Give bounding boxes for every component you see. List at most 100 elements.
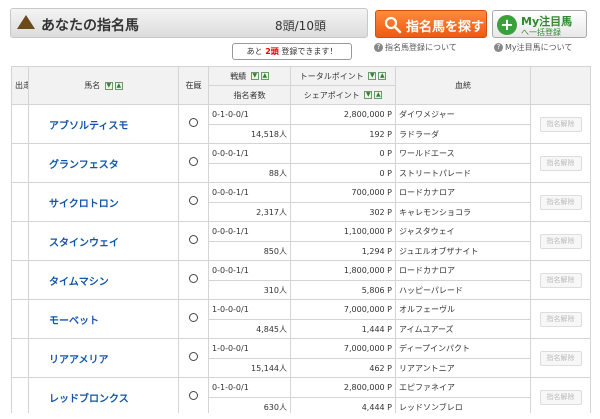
dam-cell: キャレモンショコラ <box>395 202 531 222</box>
col-action <box>530 66 591 105</box>
share-points-cell: 192 P <box>290 124 396 144</box>
run-cell <box>11 338 29 378</box>
col-record: 戦績 ▼ ▲ <box>208 66 291 86</box>
col-share-points: シェアポイント ▼ ▲ <box>290 85 396 105</box>
record-cell: 0-1-0-0/1 <box>208 377 291 398</box>
run-cell <box>11 104 29 144</box>
table-row: タイムマシン 0-0-0-1/1 1,800,000 P ロードカナロア 指名解除 <box>11 260 591 300</box>
total-points-cell: 0 P <box>290 143 396 164</box>
search-icon <box>384 16 402 34</box>
unnominate-button[interactable]: 指名解除 <box>539 272 582 288</box>
circle-icon <box>189 352 198 361</box>
sire-cell: ディープインパクト <box>395 338 531 359</box>
unnominate-button[interactable]: 指名解除 <box>539 116 582 132</box>
nominators-cell: 15,144人 <box>208 358 291 378</box>
nominators-cell: 14,518人 <box>208 124 291 144</box>
run-cell <box>11 260 29 300</box>
horse-name-link[interactable]: アブソルティスモ <box>28 104 179 144</box>
table-row: スタインウェイ 0-0-0-1/1 1,100,000 P ジャスタウェイ 指名解除 <box>11 221 591 261</box>
run-cell <box>11 143 29 183</box>
action-cell: 指名解除 <box>530 299 591 339</box>
my-help-text: My注目馬について <box>505 43 573 52</box>
search-horse-button[interactable]: 指名馬を探す <box>375 10 487 38</box>
sort-down-icon[interactable]: ▼ <box>364 91 373 99</box>
dam-cell: リアアントニア <box>395 358 531 378</box>
record-cell: 1-0-0-0/1 <box>208 338 291 359</box>
notice-suffix: 登録できます！ <box>281 47 338 56</box>
run-cell <box>11 299 29 339</box>
sire-cell: ダイワメジャー <box>395 104 531 125</box>
table-row: モーベット 1-0-0-0/1 7,000,000 P オルフェーヴル 指名解除 <box>11 299 591 339</box>
sort-up-icon[interactable]: ▲ <box>260 72 269 80</box>
share-points-cell: 5,806 P <box>290 280 396 300</box>
unnominate-button[interactable]: 指名解除 <box>539 194 582 210</box>
horse-name-link[interactable]: サイクロトロン <box>28 182 179 222</box>
run-cell <box>11 221 29 261</box>
stable-cell <box>178 260 209 300</box>
sort-up-icon[interactable]: ▲ <box>114 81 123 90</box>
unnominate-button[interactable]: 指名解除 <box>539 350 582 366</box>
my-watchlist-button[interactable]: + My注目馬 へ一括登録 <box>492 10 587 38</box>
horse-icon <box>17 15 35 29</box>
circle-icon <box>189 313 198 322</box>
share-points-cell: 302 P <box>290 202 396 222</box>
share-points-cell: 1,444 P <box>290 319 396 339</box>
dam-cell: ラドラーダ <box>395 124 531 144</box>
horse-name-link[interactable]: リアアメリア <box>28 338 179 378</box>
total-points-cell: 2,800,000 P <box>290 377 396 398</box>
action-cell: 指名解除 <box>530 260 591 300</box>
question-icon: ? <box>374 43 383 52</box>
total-points-cell: 1,800,000 P <box>290 260 396 281</box>
circle-icon <box>189 196 198 205</box>
horse-name-link[interactable]: グランフェスタ <box>28 143 179 183</box>
col-pedigree: 血統 <box>395 66 531 105</box>
nominators-cell: 2,317人 <box>208 202 291 222</box>
action-cell: 指名解除 <box>530 338 591 378</box>
total-points-cell: 7,000,000 P <box>290 338 396 359</box>
stable-cell <box>178 143 209 183</box>
plus-icon: + <box>497 15 517 35</box>
my-help-link[interactable]: ? My注目馬について <box>494 42 572 53</box>
search-horse-label: 指名馬を探す <box>406 20 485 35</box>
run-cell <box>11 377 29 417</box>
sort-up-icon[interactable]: ▲ <box>378 72 387 80</box>
unnominate-button[interactable]: 指名解除 <box>539 389 582 405</box>
stable-cell <box>178 377 209 417</box>
horse-name-link[interactable]: レッドブロンクス <box>28 377 179 417</box>
circle-icon <box>189 235 198 244</box>
nominators-cell: 850人 <box>208 241 291 261</box>
stable-cell <box>178 104 209 144</box>
page-header: あなたの指名馬 8頭/10頭 <box>10 8 368 38</box>
col-run: 出走 <box>11 66 29 105</box>
col-nominators: 指名者数 <box>208 85 291 105</box>
dam-cell: ジュエルオブザナイト <box>395 241 531 261</box>
circle-icon <box>189 274 198 283</box>
sire-cell: ワールドエース <box>395 143 531 164</box>
nominators-cell: 4,845人 <box>208 319 291 339</box>
sort-down-icon[interactable]: ▼ <box>368 72 377 80</box>
horse-name-link[interactable]: タイムマシン <box>28 260 179 300</box>
share-points-cell: 0 P <box>290 163 396 183</box>
action-cell: 指名解除 <box>530 182 591 222</box>
search-help-text: 指名馬登録について <box>385 43 457 52</box>
horse-count: 8頭/10頭 <box>275 19 326 33</box>
sort-down-icon[interactable]: ▼ <box>250 72 259 80</box>
sire-cell: ロードカナロア <box>395 182 531 203</box>
nominated-horses-table: 出走 馬名 ▼▲ 在厩 戦績 ▼▲ トータルポイント ▼▲ 血統 指名者数 シェ… <box>11 66 591 417</box>
sort-up-icon[interactable]: ▲ <box>374 91 383 99</box>
sire-cell: オルフェーヴル <box>395 299 531 320</box>
unnominate-button[interactable]: 指名解除 <box>539 155 582 171</box>
nominators-cell: 88人 <box>208 163 291 183</box>
unnominate-button[interactable]: 指名解除 <box>539 311 582 327</box>
question-icon: ? <box>494 43 503 52</box>
record-cell: 0-0-0-1/1 <box>208 143 291 164</box>
col-stable: 在厩 <box>178 66 209 105</box>
unnominate-button[interactable]: 指名解除 <box>539 233 582 249</box>
share-points-cell: 462 P <box>290 358 396 378</box>
horse-name-link[interactable]: モーベット <box>28 299 179 339</box>
search-help-link[interactable]: ? 指名馬登録について <box>374 42 457 53</box>
sort-down-icon[interactable]: ▼ <box>104 81 113 90</box>
horse-name-link[interactable]: スタインウェイ <box>28 221 179 261</box>
notice-prefix: あと <box>246 47 263 56</box>
remaining-notice: あと 2頭 登録できます！ <box>232 43 352 60</box>
